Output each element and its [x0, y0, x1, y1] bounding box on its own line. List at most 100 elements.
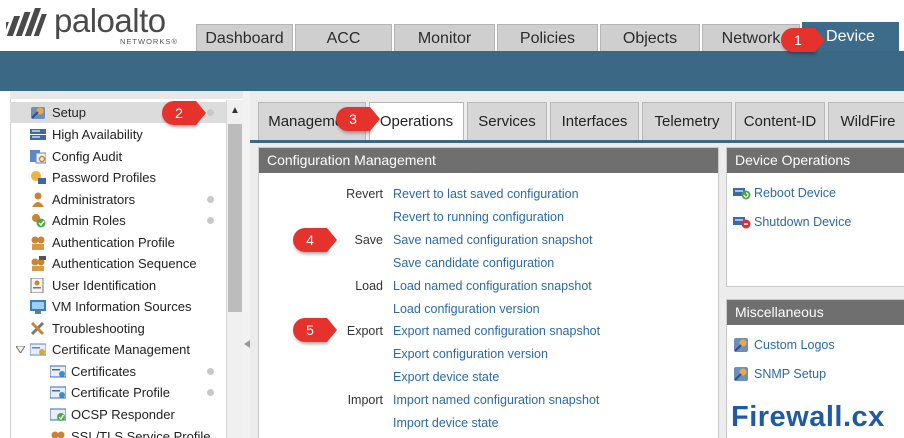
custom-logos-label: Custom Logos — [754, 338, 835, 352]
ocsp-responder-icon — [50, 408, 66, 421]
troubleshooting-icon — [30, 321, 45, 336]
row-label: Load — [355, 279, 383, 293]
brand-name: paloalto — [54, 2, 166, 39]
sidebar-item-label: OCSP Responder — [71, 407, 175, 422]
sidebar-item-ocsp-responder[interactable]: OCSP Responder — [10, 404, 226, 425]
revert-saved-link[interactable]: Revert to last saved configuration — [393, 185, 579, 204]
setup-icon — [31, 107, 45, 119]
sidebar-item-administrators[interactable]: Administrators — [10, 189, 226, 210]
paloalto-logo-mark-icon — [6, 8, 47, 36]
tab-acc[interactable]: ACC — [295, 24, 392, 51]
ssl-tls-icon — [51, 431, 65, 438]
sidebar-item-label: Certificate Management — [52, 342, 191, 357]
snmp-setup-icon — [734, 367, 748, 381]
tab-operations[interactable]: Operations — [369, 102, 464, 140]
panel-title: Device Operations — [727, 148, 904, 173]
sidebar-item-vm-information-sources[interactable]: VM Information Sources — [10, 296, 226, 317]
sidebar-item-authentication-sequence[interactable]: Authentication Sequence — [10, 253, 226, 274]
sidebar-item-label: Certificate Profile — [71, 385, 170, 400]
tab-telemetry[interactable]: Telemetry — [642, 102, 732, 140]
tab-dashboard[interactable]: Dashboard — [196, 24, 293, 51]
status-dot — [207, 109, 214, 116]
import-device-state-link[interactable]: Import device state — [393, 414, 499, 433]
status-dot — [207, 196, 214, 203]
brand-sub: NETWORKS® — [120, 37, 178, 46]
callout-badge: 1 — [781, 28, 825, 52]
certificate-management-icon — [30, 343, 46, 356]
callout-badge: 2 — [162, 101, 206, 125]
configuration-management-panel: Configuration Management Revert Revert t… — [258, 147, 719, 438]
scroll-up-icon[interactable]: ▲ — [227, 100, 243, 122]
row-label: Import — [347, 393, 383, 407]
sidebar-item-label: Authentication Sequence — [52, 256, 197, 271]
header-band — [0, 51, 904, 91]
tab-interfaces[interactable]: Interfaces — [550, 102, 639, 140]
sidebar-item-authentication-profile[interactable]: Authentication Profile — [10, 232, 226, 253]
administrator-icon — [32, 192, 44, 207]
reboot-icon — [733, 188, 751, 200]
admin-roles-icon — [32, 214, 46, 228]
export-version-link[interactable]: Export configuration version — [393, 345, 548, 364]
load-version-link[interactable]: Load configuration version — [393, 300, 540, 319]
tab-objects[interactable]: Objects — [600, 24, 700, 51]
sidebar-item-label: Troubleshooting — [52, 321, 145, 336]
snmp-setup-label: SNMP Setup — [754, 367, 827, 381]
custom-logos-icon — [734, 338, 748, 352]
expand-triangle-icon[interactable] — [16, 346, 25, 353]
export-named-snapshot-link[interactable]: Export named configuration snapshot — [393, 322, 600, 341]
sidebar-item-certificates[interactable]: Certificates — [10, 361, 226, 382]
sidebar-item-label: Administrators — [52, 192, 136, 207]
sidebar-item-label: Setup — [52, 105, 86, 120]
authentication-sequence-icon — [31, 256, 46, 271]
revert-running-link[interactable]: Revert to running configuration — [393, 208, 564, 227]
shutdown-icon — [733, 217, 751, 229]
sidebar-item-config-audit[interactable]: Config Audit — [10, 146, 226, 167]
callout-badge: 5 — [293, 318, 337, 342]
sidebar-item-label: Password Profiles — [52, 170, 157, 185]
sidebar-item-high-availability[interactable]: High Availability — [10, 124, 226, 145]
sidebar-item-ssl-tls-service-profile[interactable]: SSL/TLS Service Profile — [10, 426, 226, 438]
sidebar-item-label: SSL/TLS Service Profile — [71, 429, 211, 438]
authentication-profile-icon — [31, 236, 45, 250]
import-named-snapshot-link[interactable]: Import named configuration snapshot — [393, 391, 599, 410]
callout-badge: 4 — [293, 228, 337, 252]
sidebar-item-certificate-profile[interactable]: Certificate Profile — [10, 382, 226, 403]
export-device-state-link[interactable]: Export device state — [393, 368, 499, 387]
tab-wildfire[interactable]: WildFire — [828, 102, 904, 140]
sidebar-item-label: Certificates — [71, 364, 137, 379]
row-label: Revert — [346, 187, 383, 201]
password-profile-icon — [31, 171, 46, 184]
main-content: Management Operations Services Interface… — [250, 91, 904, 438]
panel-splitter[interactable] — [243, 91, 250, 438]
sidebar-item-admin-roles[interactable]: Admin Roles — [10, 210, 226, 231]
certificate-profile-icon — [50, 386, 66, 399]
sidebar-item-label: Admin Roles — [52, 213, 126, 228]
certificate-icon — [50, 365, 66, 378]
sidebar-item-password-profiles[interactable]: Password Profiles — [10, 167, 226, 188]
tab-content-id[interactable]: Content-ID — [735, 102, 825, 140]
scrollbar-thumb[interactable] — [228, 124, 242, 312]
status-dot — [207, 368, 214, 375]
tab-services[interactable]: Services — [467, 102, 547, 140]
navigation-scrollbar[interactable]: ▲ — [226, 100, 243, 438]
sidebar-item-label: VM Information Sources — [52, 299, 192, 314]
paloalto-logo: paloalto NETWORKS® — [6, 2, 186, 48]
load-named-snapshot-link[interactable]: Load named configuration snapshot — [393, 277, 592, 296]
sidebar-item-label: Config Audit — [52, 149, 123, 164]
device-operations-panel: Device Operations Reboot Device Shutdown… — [726, 147, 904, 287]
sidebar-item-certificate-management[interactable]: Certificate Management — [10, 339, 226, 360]
sidebar-item-user-identification[interactable]: User Identification — [10, 275, 226, 296]
vm-information-icon — [30, 300, 46, 314]
panel-title: Miscellaneous — [727, 300, 904, 325]
tab-policies[interactable]: Policies — [497, 24, 598, 51]
tab-underline — [250, 140, 904, 143]
reboot-device-label: Reboot Device — [754, 186, 836, 200]
save-named-snapshot-link[interactable]: Save named configuration snapshot — [393, 231, 592, 250]
tab-monitor[interactable]: Monitor — [394, 24, 495, 51]
firewall-cx-watermark: Firewall.cx — [731, 401, 885, 433]
status-dot — [207, 217, 214, 224]
sidebar-item-troubleshooting[interactable]: Troubleshooting — [10, 318, 226, 339]
sidebar-item-label: Authentication Profile — [52, 235, 175, 250]
high-availability-icon — [30, 129, 46, 140]
save-candidate-link[interactable]: Save candidate configuration — [393, 254, 554, 273]
